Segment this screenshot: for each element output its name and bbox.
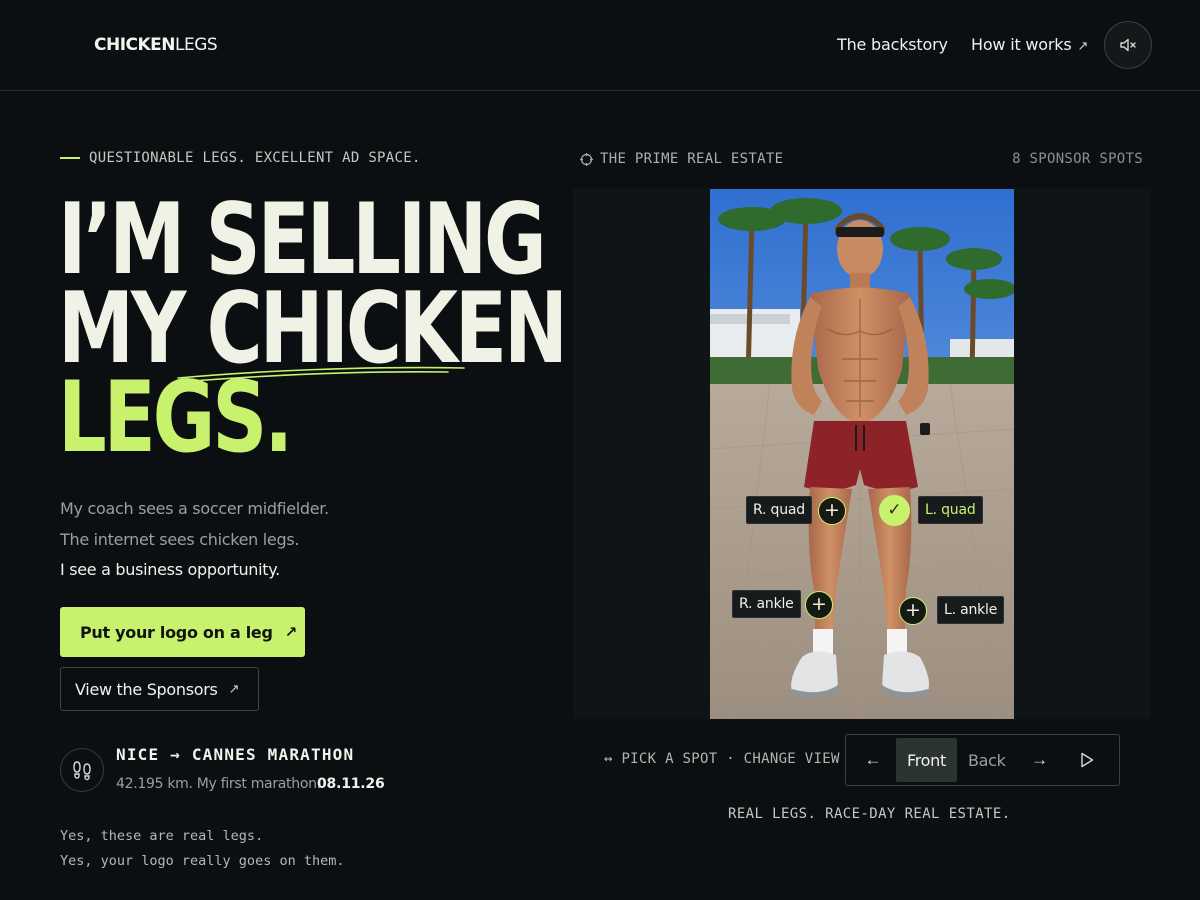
arrow-up-right-icon: ↗ — [1077, 39, 1089, 54]
nav-link-how-label: How it works — [971, 35, 1072, 54]
race-title: NICE → CANNES MARATHON — [116, 745, 355, 764]
race-badge — [60, 748, 104, 792]
nav-link-how-it-works[interactable]: How it works ↗ — [971, 35, 1088, 54]
mute-button[interactable] — [1104, 21, 1152, 69]
check-icon: ✓ — [887, 500, 902, 520]
view-option-back[interactable]: Back — [957, 738, 1017, 782]
hero-headline: I’M SELLING MY CHICKEN LEGS. — [58, 191, 568, 475]
leg-stage: R. quad + ✓ L. quad R. ankle + + L. ankl… — [573, 188, 1151, 719]
race-day-tagline: REAL LEGS. RACE-DAY REAL ESTATE. — [728, 806, 1011, 822]
speaker-muted-icon — [1120, 38, 1136, 52]
race-subtitle: 42.195 km. My first marathon. — [116, 776, 321, 792]
hero-copy: My coach sees a soccer midfielder. The i… — [60, 494, 329, 586]
spot-pin-l-quad[interactable]: ✓ — [879, 495, 910, 526]
plus-icon: + — [905, 599, 921, 621]
view-sponsors-button[interactable]: View the Sponsors ↗ — [60, 667, 259, 711]
spot-tag-r-quad[interactable]: R. quad — [746, 496, 812, 524]
spot-tag-r-ankle[interactable]: R. ankle — [732, 590, 801, 618]
sponsor-spots-count: 8 SPONSOR SPOTS — [1012, 151, 1143, 167]
nav-link-backstory[interactable]: The backstory — [837, 35, 948, 54]
eyebrow-text: QUESTIONABLE LEGS. EXCELLENT AD SPACE. — [89, 150, 421, 166]
real-legs-note: Yes, these are real legs. Yes, your logo… — [60, 824, 344, 874]
spot-pin-r-ankle[interactable]: + — [805, 591, 833, 619]
copy-line-1: My coach sees a soccer midfielder. — [60, 499, 329, 518]
next-view-button[interactable]: → — [1017, 750, 1063, 770]
spot-pin-l-ankle[interactable]: + — [899, 597, 927, 625]
athlete-illustration — [710, 189, 1014, 719]
spot-tag-l-ankle[interactable]: L. ankle — [937, 596, 1005, 624]
logo-light-text: LEGS — [175, 35, 218, 55]
put-logo-label: Put your logo on a leg — [80, 622, 273, 642]
scribble-underline — [177, 366, 465, 382]
site-header: CHICKENLEGS The backstory How it works ↗ — [0, 0, 1200, 91]
eyebrow-dash — [60, 157, 80, 159]
prev-view-button[interactable]: ← — [850, 750, 896, 770]
prime-real-estate-text: THE PRIME REAL ESTATE — [600, 151, 784, 167]
arrow-up-right-icon: ↗ — [228, 681, 240, 697]
copy-line-2: The internet sees chicken legs. — [60, 529, 300, 549]
note-line-2: Yes, your logo really goes on them. — [60, 853, 345, 869]
crosshair-icon — [580, 152, 593, 166]
play-button[interactable] — [1063, 752, 1111, 768]
plus-icon: + — [824, 499, 840, 521]
pick-spot-hint: ↔ PICK A SPOT · CHANGE VIEW — [604, 751, 840, 767]
hero-eyebrow: QUESTIONABLE LEGS. EXCELLENT AD SPACE. — [60, 150, 421, 166]
footprints-icon — [73, 761, 91, 781]
note-line-1: Yes, these are real legs. — [60, 828, 264, 844]
copy-line-3: I see a business opportunity. — [60, 560, 280, 579]
view-switcher: ← Front Back → — [845, 734, 1120, 786]
brand-logo[interactable]: CHICKENLEGS — [94, 35, 218, 55]
play-icon — [1080, 752, 1093, 768]
put-logo-button[interactable]: Put your logo on a leg ↗ — [60, 607, 305, 657]
athlete-photo — [710, 189, 1014, 719]
logo-bold-text: CHICKEN — [94, 35, 176, 55]
view-sponsors-label: View the Sponsors — [75, 679, 218, 699]
spot-tag-l-quad[interactable]: L. quad — [918, 496, 983, 524]
headline-line-3: LEGS. — [58, 361, 293, 475]
arrow-up-right-icon: ↗ — [284, 623, 298, 641]
prime-real-estate-label: THE PRIME REAL ESTATE — [580, 151, 783, 167]
race-date: 08.11.26 — [317, 776, 385, 792]
plus-icon: + — [811, 593, 827, 615]
view-option-front[interactable]: Front — [896, 738, 957, 782]
spot-pin-r-quad[interactable]: + — [818, 497, 846, 525]
